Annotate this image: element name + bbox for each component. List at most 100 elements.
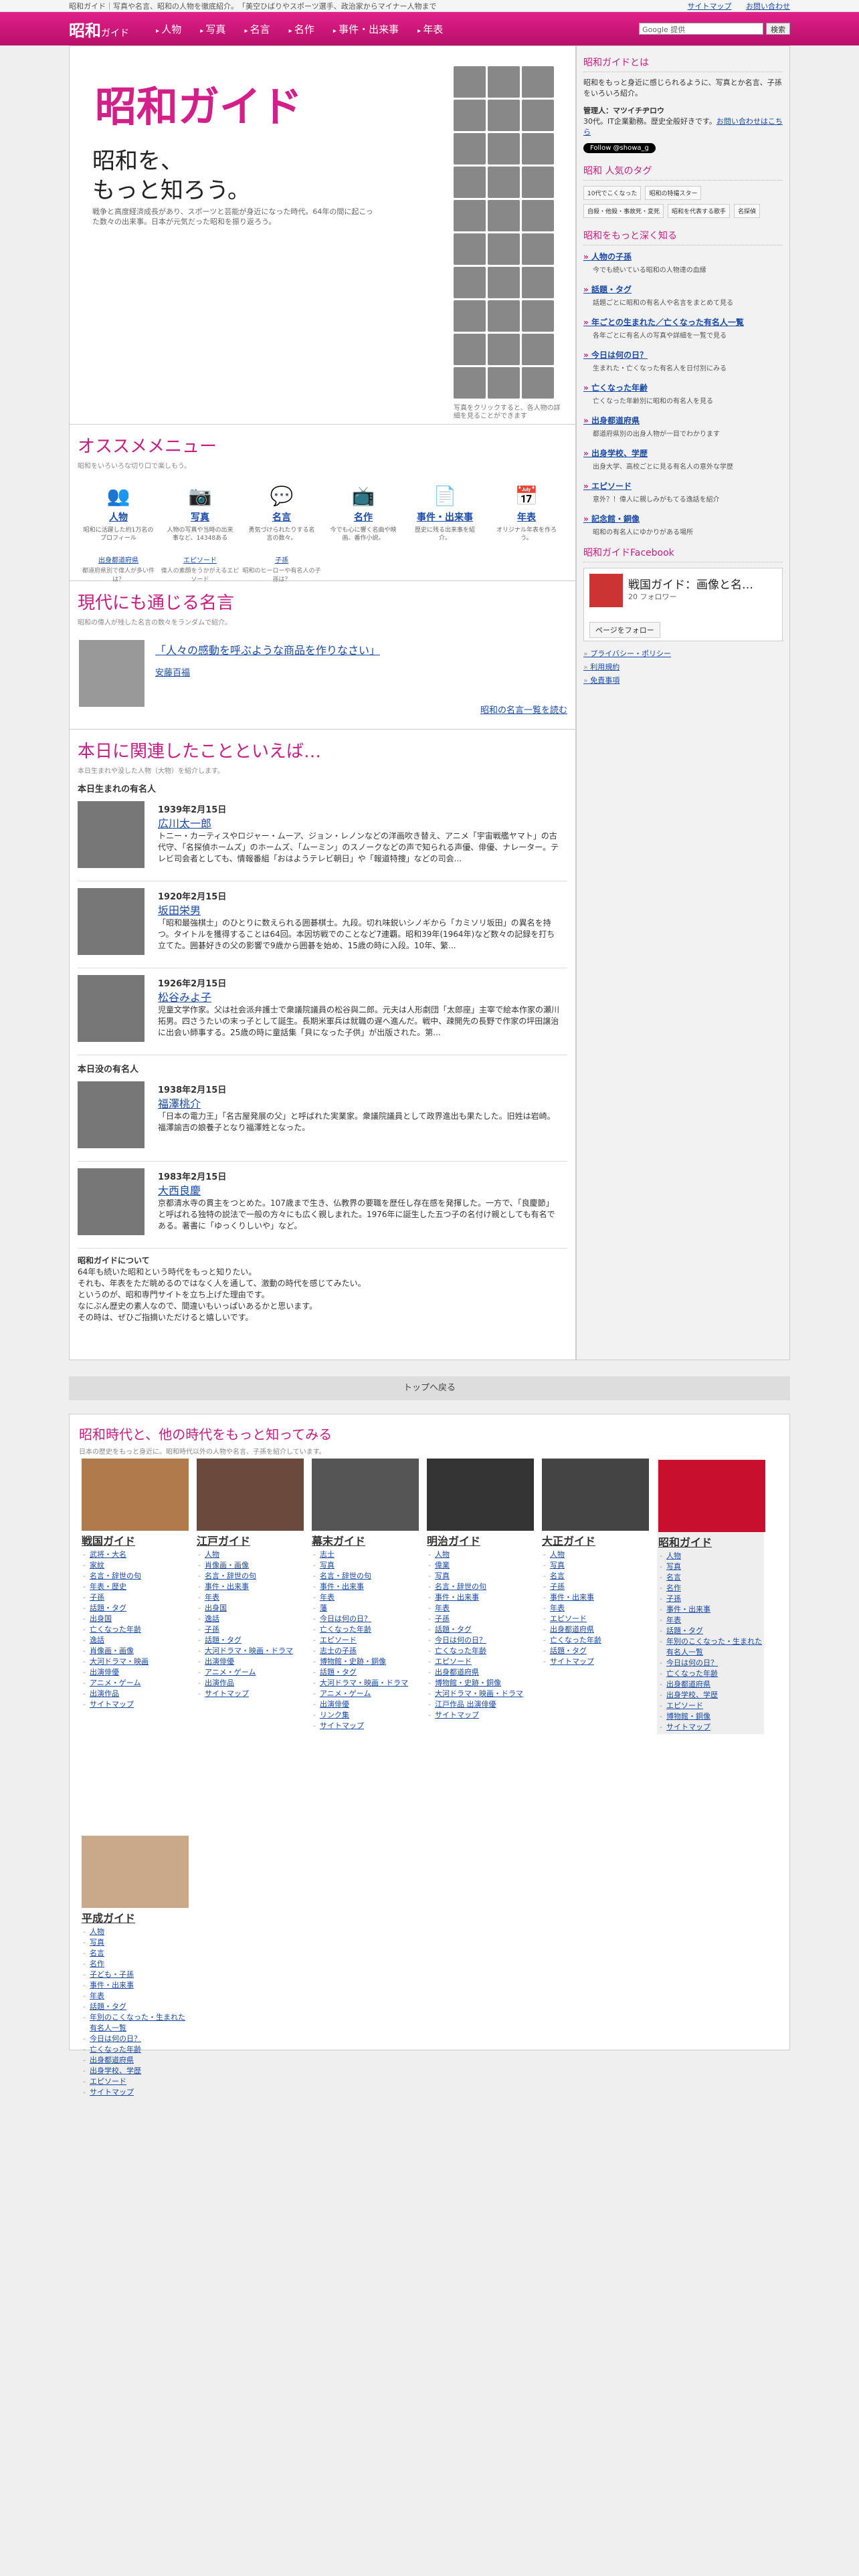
person-name-link[interactable]: 福澤桃介: [158, 1095, 201, 1111]
avatar[interactable]: [78, 1168, 145, 1235]
disclaimer-link[interactable]: 免責事項: [583, 675, 783, 685]
portrait-thumb[interactable]: [488, 267, 520, 298]
era-link[interactable]: サイトマップ: [82, 2087, 189, 2098]
deep-link[interactable]: 出身学校、学歴: [583, 447, 783, 459]
era-link[interactable]: 今日は何の日？: [312, 1614, 419, 1624]
privacy-link[interactable]: プライバシー・ポリシー: [583, 648, 783, 659]
nav-quotes[interactable]: 名言: [244, 22, 270, 36]
portrait-thumb[interactable]: [522, 167, 554, 198]
era-link[interactable]: 今日は何の日？: [82, 2034, 189, 2044]
era-link[interactable]: 話題・タグ: [82, 2002, 189, 2012]
era-link[interactable]: 名作: [82, 1959, 189, 1969]
era-link[interactable]: エピソード: [312, 1635, 419, 1646]
nav-timeline[interactable]: 年表: [417, 22, 443, 36]
portrait-thumb[interactable]: [522, 66, 554, 98]
era-link[interactable]: 名言・辞世の句: [82, 1571, 189, 1582]
portrait-thumb[interactable]: [454, 267, 486, 298]
avatar[interactable]: [78, 1081, 145, 1148]
era-link[interactable]: 話題・タグ: [542, 1646, 649, 1656]
facebook-page-name[interactable]: 戦国ガイド：画像と名…: [628, 575, 753, 592]
era-link[interactable]: 出身都道府県: [658, 1679, 763, 1690]
era-link[interactable]: 出身都道府県: [82, 2055, 189, 2066]
era-link[interactable]: 名作: [658, 1583, 763, 1594]
era-link[interactable]: サイトマップ: [658, 1722, 763, 1733]
era-link[interactable]: 子孫: [658, 1594, 763, 1604]
era-link[interactable]: 江戸作品 出演俳優: [427, 1699, 534, 1710]
era-link[interactable]: アニメ・ゲーム: [82, 1678, 189, 1689]
era-link[interactable]: 名言: [658, 1572, 763, 1583]
menu-item-timeline[interactable]: 📅 年表 オリジナル年表を作ろう。: [486, 485, 567, 542]
era-link[interactable]: 家紋: [82, 1560, 189, 1571]
quote-more-link[interactable]: 昭和の名言一覧を読む: [480, 703, 567, 716]
era-link[interactable]: 今日は何の日？: [658, 1658, 763, 1669]
era-title-link[interactable]: 昭和ガイド: [658, 1533, 763, 1549]
era-link[interactable]: 事件・出来事: [197, 1582, 304, 1592]
era-image[interactable]: [82, 1836, 189, 1908]
era-link[interactable]: 事件・出来事: [542, 1592, 649, 1603]
portrait-thumb[interactable]: [488, 200, 520, 231]
portrait-thumb[interactable]: [488, 167, 520, 198]
era-link[interactable]: 肖像画・画像: [197, 1560, 304, 1571]
deep-link[interactable]: 今日は何の日？: [583, 349, 783, 360]
era-link[interactable]: 年表: [312, 1592, 419, 1603]
era-link[interactable]: 出身都道府県: [427, 1667, 534, 1678]
era-link[interactable]: アニメ・ゲーム: [197, 1667, 304, 1678]
era-link[interactable]: 写真: [542, 1560, 649, 1571]
era-link[interactable]: 偉業: [427, 1560, 534, 1571]
era-link[interactable]: 人物: [542, 1549, 649, 1560]
era-link[interactable]: 事件・出来事: [658, 1604, 763, 1615]
era-link[interactable]: 事件・出来事: [82, 1980, 189, 1991]
era-link[interactable]: サイトマップ: [197, 1689, 304, 1699]
deep-link[interactable]: 亡くなった年齢: [583, 382, 783, 393]
menu-item-people[interactable]: 👥 人物 昭和に活躍した約1万名のプロフィール: [78, 485, 159, 542]
era-link[interactable]: 出演俳優: [312, 1699, 419, 1710]
era-link[interactable]: 名言・辞世の句: [197, 1571, 304, 1582]
era-link[interactable]: 話題・タグ: [658, 1626, 763, 1636]
portrait-thumb[interactable]: [522, 100, 554, 131]
portrait-thumb[interactable]: [454, 133, 486, 165]
era-link[interactable]: 年別のこくなった・生まれた有名人一覧: [82, 2012, 189, 2034]
portrait-thumb[interactable]: [488, 66, 520, 98]
menu-item-works[interactable]: 📺 名作 今でも心に響く名曲や映画、番作小説。: [322, 485, 404, 542]
portrait-thumb[interactable]: [454, 167, 486, 198]
portrait-thumb[interactable]: [488, 334, 520, 365]
era-link[interactable]: 志士: [312, 1549, 419, 1560]
era-link[interactable]: 写真: [427, 1571, 534, 1582]
portrait-thumb[interactable]: [454, 66, 486, 98]
era-link[interactable]: 藩: [312, 1603, 419, 1614]
era-link[interactable]: 人物: [82, 1927, 189, 1937]
nav-photos[interactable]: 写真: [200, 22, 225, 36]
era-link[interactable]: 出身国: [197, 1603, 304, 1614]
era-link[interactable]: 出演俳優: [197, 1656, 304, 1667]
twitter-follow-button[interactable]: Follow @showa_g: [583, 143, 656, 153]
era-link[interactable]: 大河ドラマ・映画: [82, 1656, 189, 1667]
portrait-thumb[interactable]: [522, 334, 554, 365]
mini-item-prefecture[interactable]: 出身都道府県 都道府県別で偉人が多い件は？: [78, 554, 159, 583]
portrait-thumb[interactable]: [488, 233, 520, 265]
era-title-link[interactable]: 幕末ガイド: [312, 1532, 419, 1548]
portrait-thumb[interactable]: [522, 267, 554, 298]
quote-text-link[interactable]: 「人々の感動を呼ぶような商品を作りなさい」: [155, 641, 380, 657]
era-title-link[interactable]: 大正ガイド: [542, 1532, 649, 1548]
era-title-link[interactable]: 明治ガイド: [427, 1532, 534, 1548]
portrait-thumb[interactable]: [454, 200, 486, 231]
tag-item[interactable]: 昭和の特撮スター: [645, 186, 702, 200]
era-link[interactable]: 博物館・銅像: [658, 1711, 763, 1722]
era-link[interactable]: 年表: [197, 1592, 304, 1603]
portrait-thumb[interactable]: [454, 100, 486, 131]
menu-item-quotes[interactable]: 💬 名言 勇気づけられたりする名言の数々。: [241, 485, 322, 542]
era-link[interactable]: 亡くなった年齢: [658, 1669, 763, 1679]
era-link[interactable]: エピソード: [658, 1701, 763, 1711]
era-link[interactable]: 博物館・史跡・銅像: [427, 1678, 534, 1689]
era-link[interactable]: 逸話: [82, 1635, 189, 1646]
era-link[interactable]: 逸話: [197, 1614, 304, 1624]
era-link[interactable]: 写真: [658, 1562, 763, 1572]
era-link[interactable]: 年表: [82, 1991, 189, 2002]
era-link[interactable]: 人物: [658, 1551, 763, 1562]
era-link[interactable]: 肖像画・画像: [82, 1646, 189, 1656]
era-link[interactable]: 亡くなった年齢: [542, 1635, 649, 1646]
person-name-link[interactable]: 広川太一郎: [158, 815, 211, 831]
site-logo[interactable]: 昭和ガイド: [69, 17, 129, 41]
menu-item-photos[interactable]: 📷 写真 人物の写真や当時の出来事など、14348ある: [159, 485, 241, 542]
era-link[interactable]: サイトマップ: [427, 1710, 534, 1721]
